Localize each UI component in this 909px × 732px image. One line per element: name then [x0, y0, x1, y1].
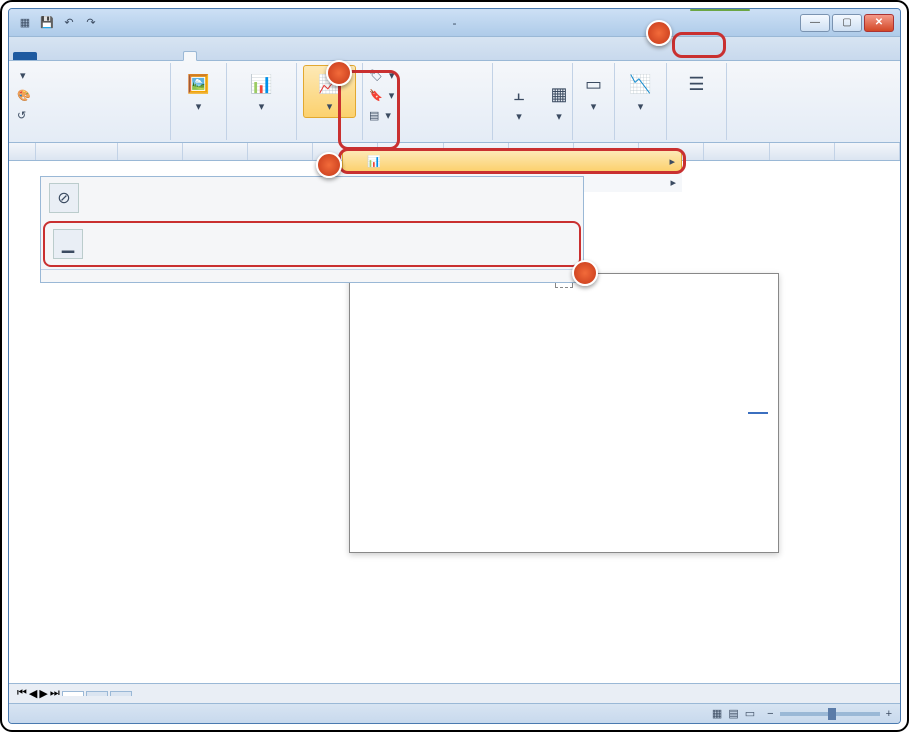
dropdown-option-below-axis[interactable]: ▁ [43, 221, 581, 267]
tab-insert[interactable] [51, 52, 63, 60]
properties-icon: ☰ [683, 70, 711, 98]
picture-icon: 🖼️ [185, 70, 213, 98]
chart-title-button[interactable]: 📊 ▾ [233, 65, 290, 118]
excel-icon: ▦ [15, 13, 35, 33]
tab-home[interactable] [39, 52, 51, 60]
sheet-tab-bar: ⏮ ◀ ▶ ⏭ [9, 683, 900, 703]
tab-pagelayout[interactable] [63, 52, 75, 60]
sheet-nav-next[interactable]: ▶ [39, 687, 47, 700]
below-axis-icon: ▁ [53, 229, 83, 259]
dropdown-more-options[interactable] [41, 269, 583, 282]
view-break-icon[interactable]: ▭ [745, 707, 755, 720]
tab-abbyy[interactable] [159, 52, 171, 60]
insert-button[interactable]: 🖼️ ▾ [177, 65, 220, 118]
chart-tools-context [690, 9, 750, 11]
sheet-tab-3[interactable] [110, 691, 132, 696]
ribbon: ▾ 🎨 ↺ 🖼️ ▾ 📊 ▾ 📈 ▾ 🏷 ▾ 🔖 ▾ [9, 61, 900, 143]
axis-title-dropdown: ⊘ ▁ [40, 176, 584, 283]
zoom-in-icon[interactable]: + [886, 708, 892, 720]
sheet-nav-prev[interactable]: ◀ [29, 687, 37, 700]
title-bar: ▦ 💾 ↶ ↷ - — ▢ ✕ [9, 9, 900, 37]
window-title: - [9, 16, 900, 30]
tab-design[interactable] [171, 52, 183, 60]
dropdown-option-none[interactable]: ⊘ [41, 177, 583, 219]
tab-layout[interactable] [183, 51, 197, 61]
background-button[interactable]: ▭ ▾ [579, 65, 608, 118]
tab-formulas[interactable] [75, 52, 87, 60]
axes-icon: ⫠ [505, 80, 533, 108]
none-icon: ⊘ [49, 183, 79, 213]
sheet-nav-first[interactable]: ⏮ [17, 687, 27, 700]
tab-data[interactable] [87, 52, 99, 60]
chart-legend [748, 412, 772, 414]
save-icon[interactable]: 💾 [37, 13, 57, 33]
tab-addins[interactable] [135, 52, 147, 60]
zoom-out-icon[interactable]: − [767, 708, 773, 720]
zoom-slider[interactable] [780, 712, 880, 716]
tab-view[interactable] [111, 52, 123, 60]
axes-button[interactable]: ⫠ ▾ [499, 65, 539, 138]
sheet-nav-last[interactable]: ⏭ [50, 687, 60, 700]
ribbon-tabs [9, 37, 900, 61]
tab-developer[interactable] [123, 52, 135, 60]
sheet-tab-1[interactable] [62, 691, 84, 696]
close-button[interactable]: ✕ [864, 14, 894, 32]
callout-1 [646, 20, 672, 46]
maximize-button[interactable]: ▢ [832, 14, 862, 32]
callout-4 [572, 260, 598, 286]
callout-2 [326, 60, 352, 86]
minimize-button[interactable]: — [800, 14, 830, 32]
properties-button[interactable]: ☰ [673, 65, 720, 105]
chart-object[interactable] [349, 273, 779, 553]
analysis-button[interactable]: 📉 ▾ [621, 65, 660, 118]
tab-review[interactable] [99, 52, 111, 60]
background-icon: ▭ [580, 70, 608, 98]
sheet-tab-2[interactable] [86, 691, 108, 696]
chart-title-icon: 📊 [248, 70, 276, 98]
view-layout-icon[interactable]: ▤ [728, 707, 738, 720]
analysis-icon: 📉 [627, 70, 655, 98]
grid-icon: ▦ [545, 80, 573, 108]
undo-icon[interactable]: ↶ [59, 13, 79, 33]
chart-plot [360, 318, 688, 512]
view-normal-icon[interactable]: ▦ [712, 707, 722, 720]
tab-format[interactable] [197, 52, 209, 60]
status-bar: ▦ ▤ ▭ − + [9, 703, 900, 723]
submenu-horizontal-axis-title[interactable]: 📊 ▸ [342, 150, 682, 172]
file-tab[interactable] [13, 52, 37, 60]
callout-3 [316, 152, 342, 178]
col-A[interactable] [36, 143, 117, 160]
redo-icon[interactable]: ↷ [81, 13, 101, 33]
tab-foxit[interactable] [147, 52, 159, 60]
